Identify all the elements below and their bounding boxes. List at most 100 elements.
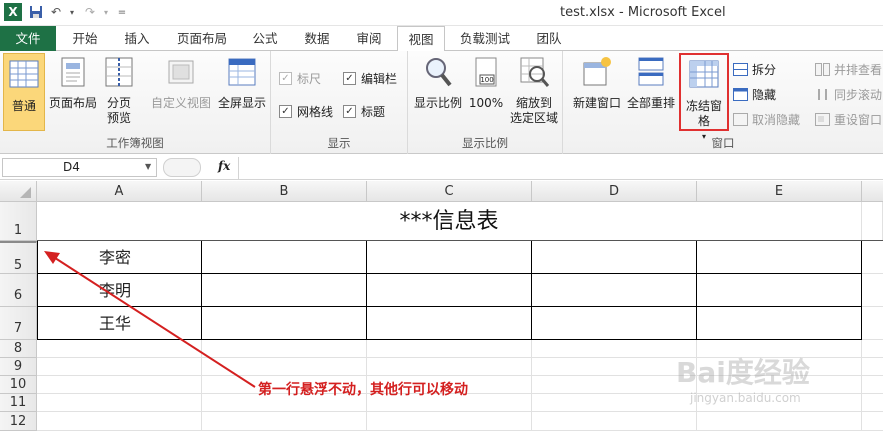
normal-view-icon bbox=[9, 60, 39, 88]
arrange-all-icon bbox=[638, 57, 664, 86]
group-show: ✓ 标尺 ✓ 编辑栏 ✓ 网格线 ✓ 标题 显示 bbox=[271, 51, 408, 154]
zoom-selection-icon bbox=[520, 57, 550, 87]
undo-dropdown-icon[interactable]: ▾ bbox=[64, 4, 80, 20]
zoom-button[interactable]: 显示比例 bbox=[412, 55, 464, 111]
side-by-side-icon bbox=[815, 63, 830, 76]
reset-window-label: 重设窗口 bbox=[834, 113, 883, 127]
zoom-100-label: 100% bbox=[468, 96, 504, 110]
redo-dropdown-icon[interactable]: ▾ bbox=[98, 4, 114, 20]
arrange-all-button[interactable]: 全部重排 bbox=[625, 55, 677, 111]
tab-page-layout[interactable]: 页面布局 bbox=[166, 26, 238, 51]
page-break-icon bbox=[105, 57, 133, 87]
watermark-url: jingyan.baidu.com bbox=[690, 391, 801, 405]
page-break-label-1: 分页 bbox=[106, 96, 131, 110]
headings-checkbox[interactable]: ✓ 标题 bbox=[343, 103, 385, 120]
hide-label: 隐藏 bbox=[752, 88, 777, 102]
freeze-panes-button[interactable]: 冻结窗格 ▾ bbox=[679, 53, 729, 141]
freeze-panes-icon bbox=[689, 60, 719, 88]
undo-icon[interactable]: ↶ bbox=[48, 4, 64, 20]
formula-bar-splitter[interactable] bbox=[163, 158, 201, 177]
side-by-side-label: 并排查看 bbox=[834, 63, 883, 77]
unhide-icon bbox=[733, 113, 748, 126]
insert-function-icon[interactable]: fx bbox=[218, 159, 230, 173]
normal-view-button[interactable]: 普通 bbox=[3, 53, 45, 131]
page-layout-view-button[interactable]: 页面布局 bbox=[47, 55, 99, 111]
tab-team[interactable]: 团队 bbox=[524, 26, 574, 51]
watermark-brand: Bai度经验 bbox=[676, 356, 810, 389]
reset-window-position-button[interactable]: 重设窗口 bbox=[815, 111, 882, 128]
group-workbook-views: 普通 页面布局 分页 预览 自定义视图 全屏显示 工作簿视图 bbox=[0, 51, 271, 154]
tab-view[interactable]: 视图 bbox=[397, 26, 445, 52]
worksheet-grid[interactable]: A B C D E 1 5 6 7 8 9 10 11 12 ***信息表 李密… bbox=[0, 181, 883, 431]
zoom-100-icon: 100 bbox=[475, 57, 497, 87]
full-screen-button[interactable]: 全屏显示 bbox=[215, 55, 269, 111]
ruler-label: 标尺 bbox=[297, 72, 322, 86]
tab-home[interactable]: 开始 bbox=[60, 26, 110, 51]
sync-scroll-label: 同步滚动 bbox=[834, 88, 883, 102]
zoom-to-selection-button[interactable]: 缩放到 选定区域 bbox=[507, 55, 561, 126]
headings-label: 标题 bbox=[361, 105, 386, 119]
full-screen-label: 全屏显示 bbox=[217, 96, 266, 110]
gridlines-checkbox[interactable]: ✓ 网格线 bbox=[279, 103, 333, 120]
ribbon: 普通 页面布局 分页 预览 自定义视图 全屏显示 工作簿视图 ✓ 标尺 ✓ 编辑栏 … bbox=[0, 51, 883, 154]
formula-bar-check-icon: ✓ bbox=[343, 72, 356, 85]
customize-qat-icon[interactable]: = bbox=[114, 4, 130, 20]
freeze-panes-label: 冻结窗格 bbox=[685, 99, 722, 128]
page-break-label-2: 预览 bbox=[106, 111, 131, 125]
excel-logo-icon: X bbox=[4, 3, 22, 21]
tab-load-test[interactable]: 负载测试 bbox=[450, 26, 520, 51]
tab-formulas[interactable]: 公式 bbox=[240, 26, 290, 51]
gridlines-check-icon: ✓ bbox=[279, 105, 292, 118]
zoom-100-button[interactable]: 100 100% bbox=[466, 55, 506, 111]
normal-view-label: 普通 bbox=[11, 99, 36, 113]
group-label-workbook-views: 工作簿视图 bbox=[106, 136, 164, 150]
page-break-preview-button[interactable]: 分页 预览 bbox=[101, 55, 137, 126]
ribbon-tabs: 文件 开始 插入 页面布局 公式 数据 审阅 视图 负载测试 团队 bbox=[0, 26, 883, 52]
hide-button[interactable]: 隐藏 bbox=[733, 86, 776, 103]
hide-icon bbox=[733, 88, 748, 101]
reset-window-icon bbox=[815, 113, 830, 126]
formula-bar-label: 编辑栏 bbox=[361, 72, 398, 86]
save-icon[interactable] bbox=[28, 4, 44, 20]
redo-icon[interactable]: ↷ bbox=[82, 4, 98, 20]
custom-views-icon bbox=[168, 60, 194, 84]
tab-data[interactable]: 数据 bbox=[292, 26, 342, 51]
group-window: 新建窗口 全部重排 冻结窗格 ▾ 拆分 隐藏 取消隐藏 并排查看 同步滚动 重设… bbox=[563, 51, 883, 154]
page-layout-label: 页面布局 bbox=[48, 96, 97, 110]
full-screen-icon bbox=[228, 58, 256, 86]
tab-file[interactable]: 文件 bbox=[0, 26, 56, 51]
ruler-checkbox[interactable]: ✓ 标尺 bbox=[279, 70, 321, 87]
name-box[interactable]: D4 bbox=[2, 158, 157, 177]
name-box-dropdown-icon[interactable]: ▼ bbox=[145, 162, 151, 171]
headings-check-icon: ✓ bbox=[343, 105, 356, 118]
ruler-check-icon: ✓ bbox=[279, 72, 292, 85]
sync-scroll-button[interactable]: 同步滚动 bbox=[815, 86, 882, 103]
unhide-button[interactable]: 取消隐藏 bbox=[733, 111, 800, 128]
page-layout-icon bbox=[61, 57, 85, 87]
new-window-button[interactable]: 新建窗口 bbox=[569, 55, 625, 111]
zoom-label: 显示比例 bbox=[413, 96, 462, 110]
window-title: test.xlsx - Microsoft Excel bbox=[560, 5, 726, 20]
gridlines-label: 网格线 bbox=[297, 105, 334, 119]
name-box-value: D4 bbox=[63, 160, 80, 174]
zoom-100-icon-text: 100 bbox=[480, 76, 493, 84]
new-window-label: 新建窗口 bbox=[572, 96, 621, 110]
unhide-label: 取消隐藏 bbox=[752, 113, 801, 127]
formula-bar-checkbox[interactable]: ✓ 编辑栏 bbox=[343, 70, 397, 87]
custom-views-label: 自定义视图 bbox=[150, 96, 211, 110]
split-button[interactable]: 拆分 bbox=[733, 61, 776, 78]
tab-insert[interactable]: 插入 bbox=[112, 26, 162, 51]
title-bar: X ↶ ▾ ↷ ▾ = test.xlsx - Microsoft Excel bbox=[0, 0, 883, 26]
group-label-zoom: 显示比例 bbox=[462, 136, 508, 150]
new-window-icon bbox=[583, 57, 611, 86]
zoom-selection-label-1: 缩放到 bbox=[515, 96, 552, 110]
group-zoom: 显示比例 100 100% 缩放到 选定区域 显示比例 bbox=[408, 51, 563, 154]
formula-bar: D4 ▼ fx bbox=[0, 156, 883, 180]
annotation-text: 第一行悬浮不动，其他行可以移动 bbox=[258, 382, 468, 398]
custom-views-button[interactable]: 自定义视图 bbox=[148, 55, 214, 111]
formula-input[interactable] bbox=[238, 157, 883, 179]
sync-scroll-icon bbox=[818, 89, 827, 100]
tab-review[interactable]: 审阅 bbox=[344, 26, 394, 51]
view-side-by-side-button[interactable]: 并排查看 bbox=[815, 61, 882, 78]
zoom-selection-label-2: 选定区域 bbox=[509, 111, 558, 125]
